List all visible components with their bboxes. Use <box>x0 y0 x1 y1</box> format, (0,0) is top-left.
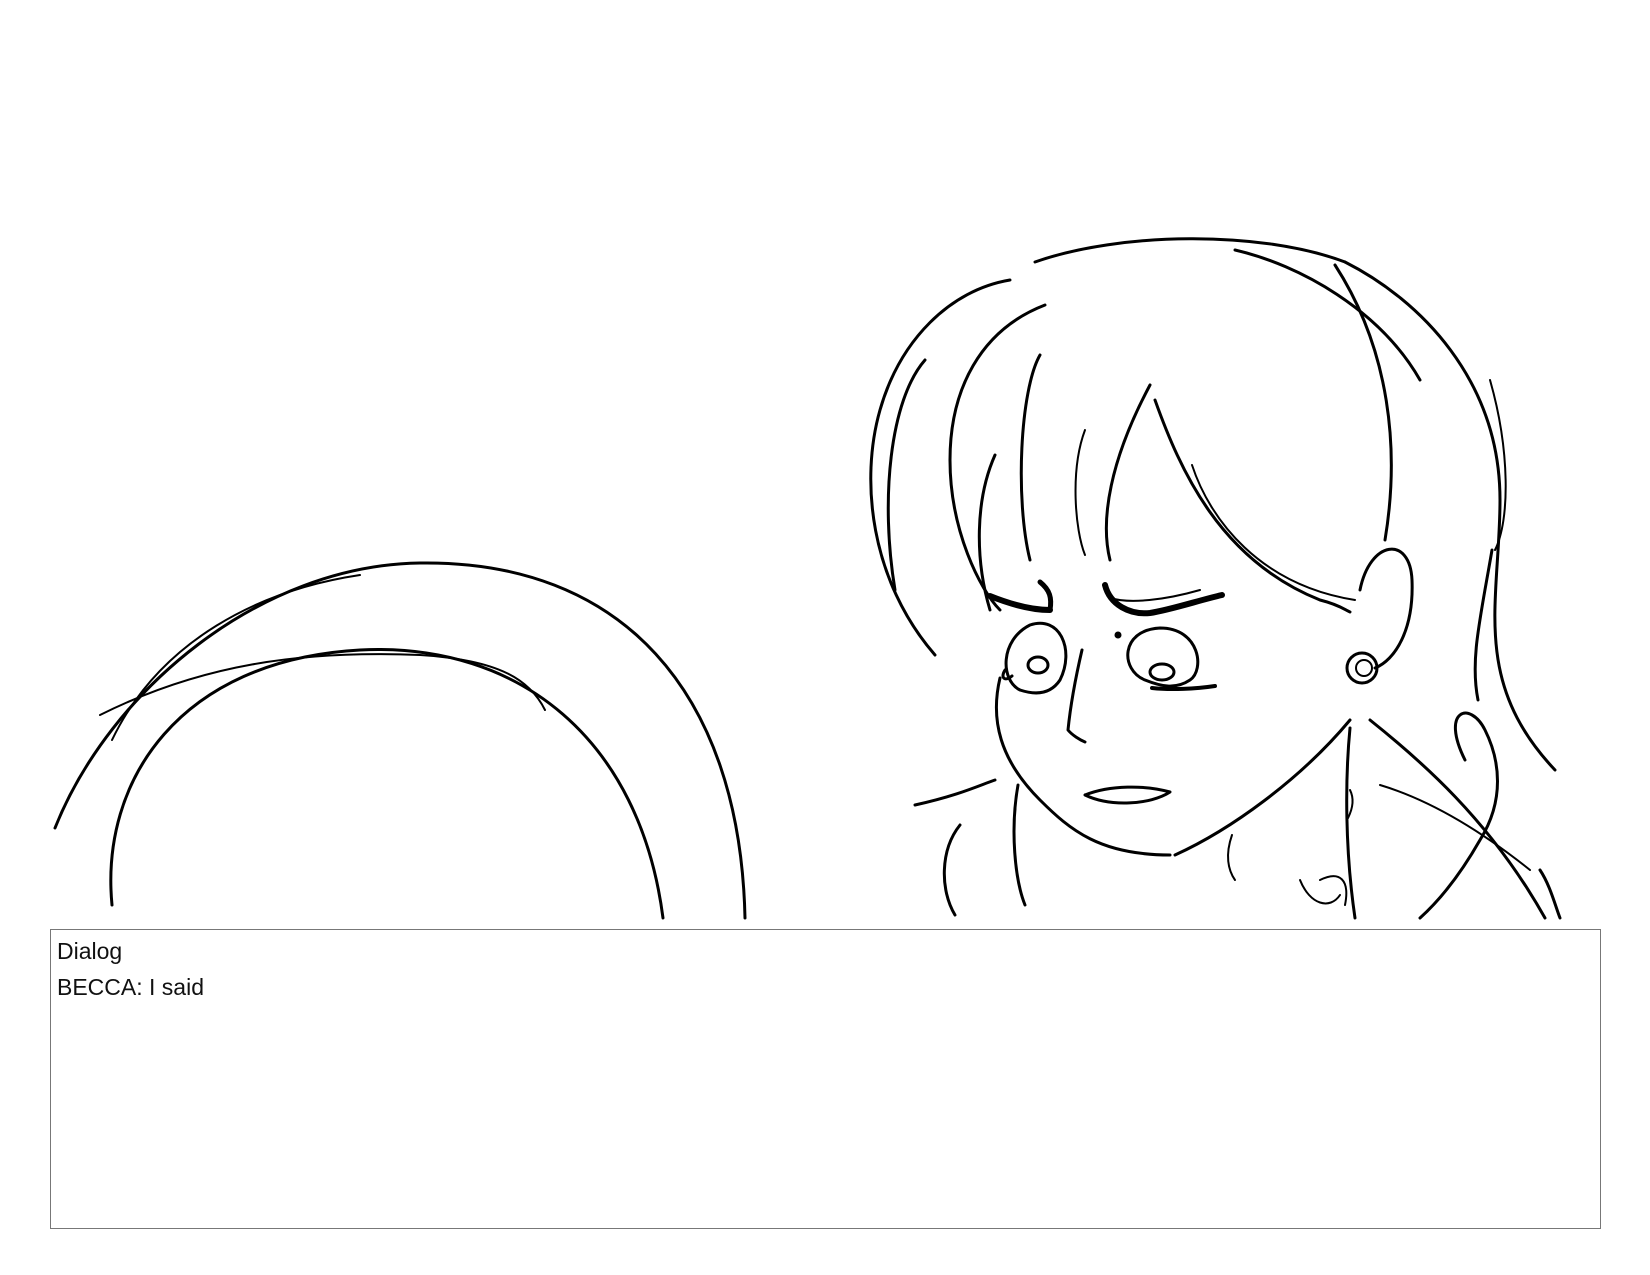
storyboard-sketch <box>53 237 1562 920</box>
becca-sketch <box>869 237 1562 920</box>
storyboard-page: Dialog BECCA: I said <box>0 0 1650 1275</box>
foreground-round-shape <box>53 561 747 920</box>
dialog-panel: Dialog BECCA: I said <box>50 929 1601 1229</box>
dialog-heading: Dialog <box>57 938 123 964</box>
dialog-line: BECCA: I said <box>57 974 204 1000</box>
